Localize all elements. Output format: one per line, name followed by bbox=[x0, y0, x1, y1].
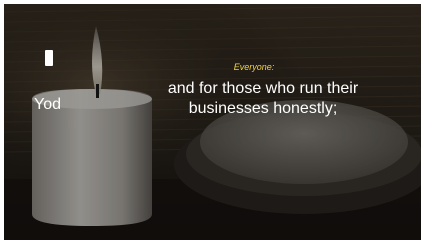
slide-frame: Yod Everyone: and for those who run thei… bbox=[4, 4, 421, 240]
liturgy-line-1: and for those who run their bbox=[167, 80, 359, 97]
hebrew-letter-yod-glyph bbox=[45, 50, 53, 66]
speaker-label: Everyone: bbox=[233, 62, 275, 72]
letter-name-label: Yod bbox=[34, 96, 61, 113]
liturgy-line-2: businesses honestly; bbox=[188, 100, 338, 117]
candle-and-salt-photo bbox=[4, 4, 421, 240]
